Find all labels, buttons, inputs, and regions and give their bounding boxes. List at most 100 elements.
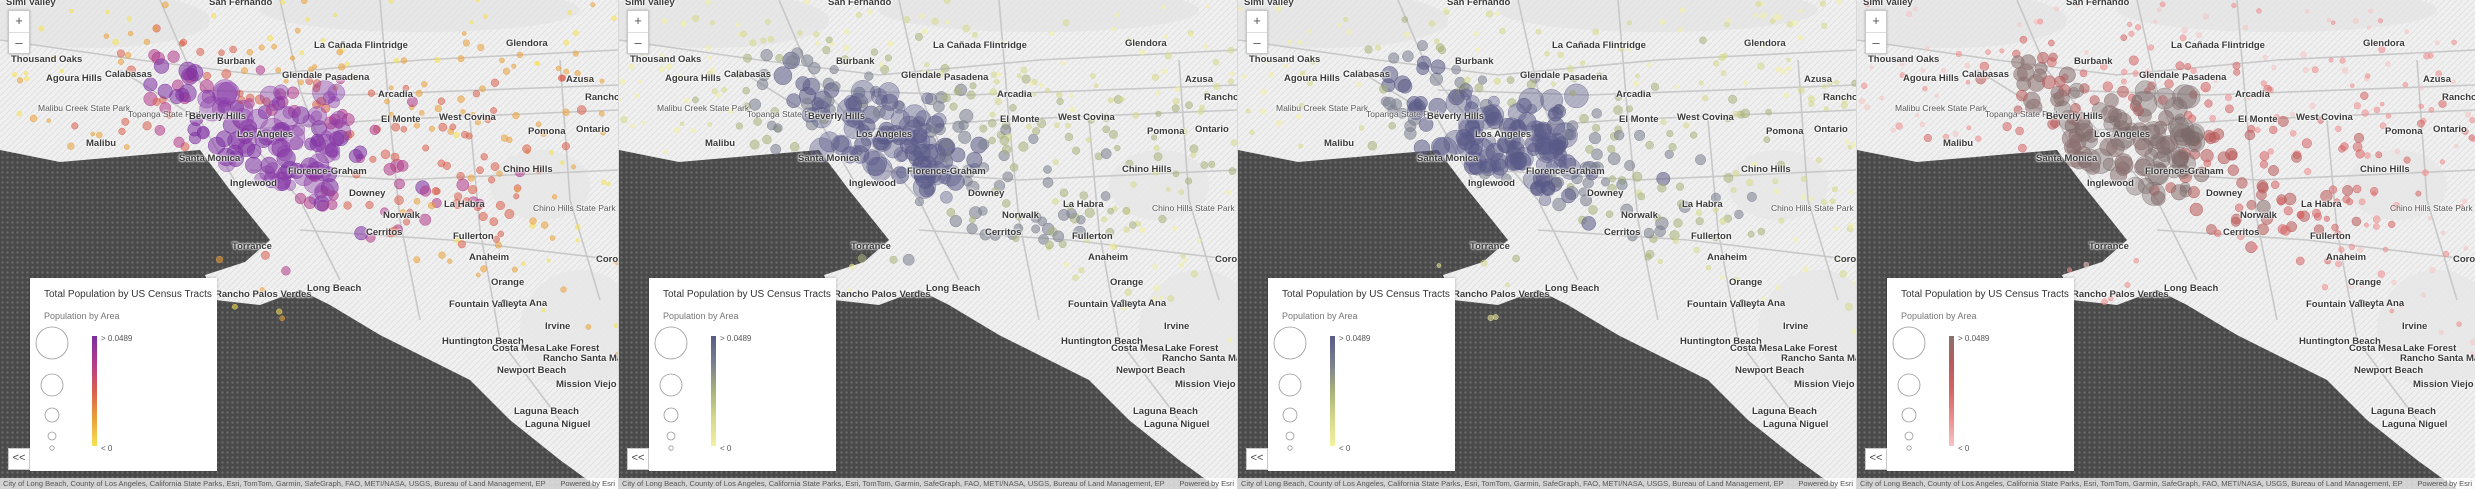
zoom-in-button[interactable]: + [628,11,648,32]
city-label: Florence-Graham [288,166,367,177]
city-label: Downey [1587,188,1624,199]
legend-symbols [1273,326,1335,451]
powered-by-link[interactable]: Powered by Esri [560,478,615,489]
city-label: Cerritos [366,227,403,238]
legend-panel: Total Population by US Census Tracts Popu… [649,278,836,471]
legend-min-label: < 0 [720,444,732,453]
attribution-bar: City of Long Beach, County of Los Angele… [1238,478,1856,489]
city-label: Calabasas [724,69,772,80]
map-panel-olive[interactable]: Simi Valley San Fernando Thousand Oaks Agou… [619,0,1237,489]
zoom-out-button[interactable]: – [628,32,648,54]
city-label: Pasadena [944,72,989,83]
city-label: Corona [1834,254,1856,265]
zoom-out-button[interactable]: – [9,32,29,54]
city-label: West Covina [439,112,496,123]
city-label: La Habra [2301,199,2342,210]
city-label: Newport Beach [1735,365,1805,376]
powered-by-link[interactable]: Powered by Esri [1179,478,1234,489]
city-label: Burbank [217,56,256,67]
city-label: Fullerton [1072,231,1113,242]
legend-max-label: > 0.0489 [1958,334,1990,343]
zoom-out-button[interactable]: – [1866,32,1886,54]
city-label: Pomona [2385,126,2423,137]
city-label: Chino Hills [1741,164,1791,175]
attribution-bar: City of Long Beach, County of Los Angele… [1857,478,2475,489]
city-label: Arcadia [2235,89,2270,100]
city-label: Agoura Hills [46,73,102,84]
city-label: Rancho Cucamonga [2442,92,2475,103]
city-label: Costa Mesa [492,343,545,354]
zoom-control[interactable]: + – [1246,10,1268,54]
city-label: Inglewood [2087,178,2134,189]
zoom-in-button[interactable]: + [1247,11,1267,32]
legend-max-label: > 0.0489 [1339,334,1371,343]
city-label: Inglewood [230,178,277,189]
city-label: Chino Hills State Park [2390,203,2473,213]
city-label: Malibu Creek State Park [1895,103,1988,113]
city-label: Orange [2348,277,2382,288]
city-label: La Cañada Flintridge [314,40,408,51]
city-label: Glendale [1520,70,1561,81]
city-label: Los Angeles [1475,129,1532,140]
city-label: Los Angeles [237,129,294,140]
city-label: Florence-Graham [907,166,986,177]
zoom-in-button[interactable]: + [9,11,29,32]
city-label: Fullerton [2310,231,2351,242]
city-label: Santa Monica [798,153,860,164]
city-label: Rancho Palos Verdes [1453,289,1550,300]
city-label: San Fernando [828,0,892,8]
city-label: Glendora [1744,38,1786,49]
zoom-control[interactable]: + – [8,10,30,54]
legend-panel: Total Population by US Census Tracts Popu… [1887,278,2074,471]
city-label: Arcadia [1616,89,1651,100]
attribution-text: City of Long Beach, County of Los Angele… [1860,479,2403,488]
city-label: Costa Mesa [2349,343,2402,354]
collapse-legend-button[interactable]: << [1246,448,1268,470]
city-label: Chino Hills [1122,164,1172,175]
zoom-out-button[interactable]: – [1247,32,1267,54]
city-label: Fountain Valley [1687,299,1757,310]
map-panel-purple[interactable]: Simi Valley San Fernando Thousand Oaks Agou… [0,0,618,489]
collapse-legend-button[interactable]: << [1865,448,1887,470]
city-label: Laguna Niguel [1144,419,1210,430]
city-label: Chino Hills State Park [1771,203,1854,213]
legend-symbols [654,326,716,451]
city-label: Florence-Graham [2145,166,2224,177]
city-label: Rancho Cucamonga [585,92,618,103]
collapse-legend-button[interactable]: << [8,448,30,470]
attribution-bar: City of Long Beach, County of Los Angele… [0,478,618,489]
city-label: San Fernando [2066,0,2130,8]
city-label: Irvine [1783,321,1809,332]
map-panel-olive2[interactable]: Simi Valley San Fernando Thousand Oaks Agou… [1238,0,1856,489]
powered-by-link[interactable]: Powered by Esri [2417,478,2472,489]
city-label: San Fernando [209,0,273,8]
city-label: Ontario [576,124,610,135]
city-label: Malibu [1943,138,1974,149]
city-label: Anaheim [2326,252,2367,263]
city-label: El Monte [1000,114,1040,125]
city-label: Calabasas [1962,69,2010,80]
city-label: Anaheim [469,252,510,263]
city-label: Rancho Santa Margarita [2400,353,2475,364]
city-label: Simi Valley [6,0,56,8]
zoom-control[interactable]: + – [1865,10,1887,54]
city-label: Long Beach [926,283,981,294]
city-label: Downey [968,188,1005,199]
city-label: Pomona [1147,126,1185,137]
map-panel-red[interactable]: Simi Valley San Fernando Thousand Oaks Agou… [1857,0,2475,489]
powered-by-link[interactable]: Powered by Esri [1798,478,1853,489]
legend-max-label: > 0.0489 [720,334,752,343]
city-label: Torrance [232,241,272,252]
city-label: Azusa [1804,74,1832,85]
city-label: Norwalk [2240,210,2277,221]
city-label: Glendale [2139,70,2180,81]
city-label: Irvine [545,321,571,332]
collapse-legend-button[interactable]: << [627,448,649,470]
city-label: Glendora [506,38,548,49]
zoom-in-button[interactable]: + [1866,11,1886,32]
zoom-control[interactable]: + – [627,10,649,54]
city-label: Fullerton [1691,231,1732,242]
city-label: Irvine [2402,321,2428,332]
city-label: Newport Beach [497,365,567,376]
city-label: Florence-Graham [1526,166,1605,177]
